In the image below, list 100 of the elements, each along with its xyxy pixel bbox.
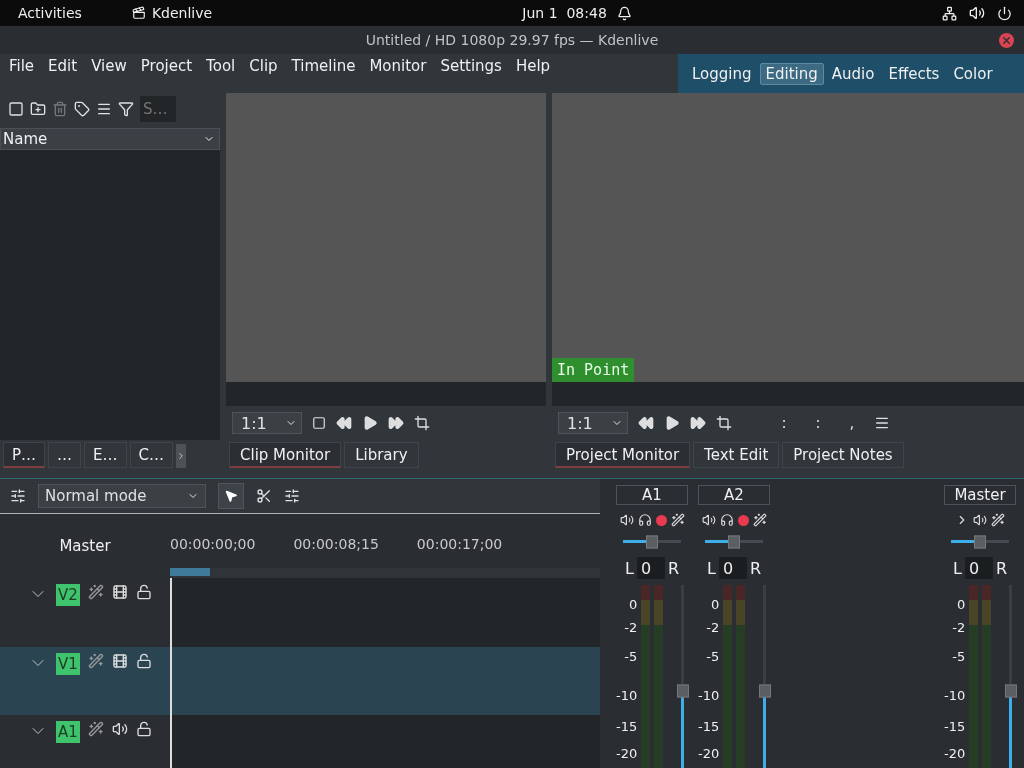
play-icon[interactable] — [362, 415, 378, 431]
close-button[interactable] — [999, 33, 1014, 48]
scale-label: -15 — [698, 720, 720, 734]
volume-fader[interactable] — [1005, 585, 1016, 768]
panel-tab[interactable]: Text Edit — [693, 442, 780, 468]
scale-label: -10 — [698, 689, 720, 703]
panel-tab[interactable]: E… — [84, 442, 127, 468]
zoom-combo[interactable]: 1:1 — [558, 412, 628, 434]
rewind-icon[interactable] — [638, 415, 654, 431]
ruler-time: 00:00:17;00 — [416, 536, 503, 552]
menu-item[interactable]: Help — [508, 57, 558, 75]
panel-tab[interactable]: Project Monitor — [555, 442, 691, 468]
sliders-icon[interactable] — [10, 488, 26, 504]
panel-tab[interactable]: Clip Monitor — [229, 442, 342, 468]
scale-label: 0 — [956, 598, 966, 612]
record-icon[interactable] — [655, 514, 667, 526]
frame-icon[interactable] — [312, 416, 326, 430]
film-icon[interactable] — [111, 584, 128, 600]
filter-icon[interactable] — [118, 101, 134, 117]
fast-forward-icon[interactable] — [388, 415, 404, 431]
mode-value: Normal mode — [45, 487, 148, 505]
menu-item[interactable]: View — [84, 57, 134, 75]
unlock-icon[interactable] — [135, 653, 152, 669]
channel-name: A1 — [616, 485, 688, 505]
menu-item[interactable]: Timeline — [284, 57, 363, 75]
pan-field[interactable]: 0 — [964, 557, 993, 579]
layout-tab[interactable]: Logging — [686, 62, 758, 85]
speaker-icon[interactable] — [701, 513, 716, 527]
unlock-icon[interactable] — [135, 721, 152, 737]
track-header[interactable]: V1 — [0, 647, 170, 715]
scale-label: 0 — [628, 598, 638, 612]
layout-tab[interactable]: Editing — [759, 62, 824, 85]
headphones-icon[interactable] — [719, 513, 734, 527]
column-header[interactable]: Name — [0, 128, 220, 150]
network-icon[interactable] — [942, 5, 957, 21]
zoom-value: 1:1 — [241, 413, 267, 433]
pan-left-label: L — [952, 558, 962, 578]
pan-right-label: R — [667, 558, 679, 578]
layout-tab[interactable]: Audio — [825, 62, 881, 85]
scale-label: -10 — [616, 689, 638, 703]
clock[interactable]: Jun 1 08:48 — [522, 5, 607, 21]
trash-icon[interactable] — [52, 101, 68, 117]
crop-icon[interactable] — [716, 415, 732, 431]
panel-tab[interactable]: … — [48, 442, 82, 468]
power-icon[interactable] — [997, 5, 1012, 21]
record-icon[interactable] — [737, 514, 749, 526]
menu-item[interactable]: Monitor — [362, 57, 434, 75]
menu-item[interactable]: Edit — [41, 57, 85, 75]
play-icon[interactable] — [664, 415, 680, 431]
pan-field[interactable]: 0 — [718, 557, 747, 579]
speaker-icon[interactable] — [111, 721, 128, 737]
unlock-icon[interactable] — [135, 584, 152, 600]
scale-label: -20 — [698, 747, 720, 761]
in-point-marker: In Point — [552, 358, 635, 382]
panel-tab[interactable]: Library — [344, 442, 419, 468]
volume-fader[interactable] — [759, 585, 770, 768]
rewind-icon[interactable] — [336, 415, 352, 431]
panel-tab[interactable]: Project Notes — [782, 442, 904, 468]
menu-item[interactable]: File — [2, 57, 42, 75]
scale-label: -5 — [706, 650, 720, 664]
menu-item[interactable]: Tool — [199, 57, 243, 75]
pan-field[interactable]: 0 — [636, 557, 665, 579]
mode-combo[interactable]: Normal mode — [38, 484, 206, 508]
tag-icon[interactable] — [74, 101, 90, 117]
panel-tab[interactable]: C… — [129, 442, 173, 468]
menu-item[interactable]: Project — [133, 57, 200, 75]
pan-left-label: L — [706, 558, 716, 578]
menu-item[interactable]: Clip — [242, 57, 285, 75]
folder-plus-icon[interactable] — [30, 101, 46, 117]
fast-forward-icon[interactable] — [690, 415, 706, 431]
speaker-icon[interactable] — [973, 513, 987, 527]
track-name: V2 — [56, 584, 80, 606]
scale-label: -5 — [952, 650, 966, 664]
select-tool-button[interactable] — [218, 483, 244, 509]
search-field[interactable]: S… — [140, 96, 176, 122]
app-name[interactable]: Kdenlive — [151, 5, 213, 21]
speaker-icon[interactable] — [619, 513, 634, 527]
headphones-icon[interactable] — [637, 513, 652, 527]
scale-label: -20 — [944, 747, 966, 761]
bell-icon — [616, 5, 632, 21]
crop-icon[interactable] — [414, 415, 430, 431]
pan-right-label: R — [995, 558, 1007, 578]
wand-icon[interactable] — [87, 721, 104, 737]
volume-icon[interactable] — [969, 5, 985, 21]
volume-fader[interactable] — [677, 585, 688, 768]
app-icon — [131, 6, 146, 20]
layout-tab[interactable]: Effects — [882, 62, 946, 85]
track-header[interactable]: A1 — [0, 715, 170, 768]
menu-item[interactable]: Settings — [433, 57, 509, 75]
activities-button[interactable]: Activities — [18, 5, 82, 21]
scissors-icon[interactable] — [256, 488, 272, 504]
zoom-combo[interactable]: 1:1 — [232, 412, 302, 434]
window-title: Untitled / HD 1080p 29.97 fps — Kdenlive — [365, 32, 659, 48]
menu-icon[interactable] — [874, 415, 890, 431]
list-icon[interactable] — [96, 101, 112, 117]
layout-tab[interactable]: Color — [947, 62, 999, 85]
panel-tab[interactable]: P… — [3, 442, 46, 468]
wand-icon[interactable] — [87, 584, 104, 600]
film-icon[interactable] — [111, 653, 128, 669]
track-header[interactable]: V2 — [0, 578, 170, 647]
